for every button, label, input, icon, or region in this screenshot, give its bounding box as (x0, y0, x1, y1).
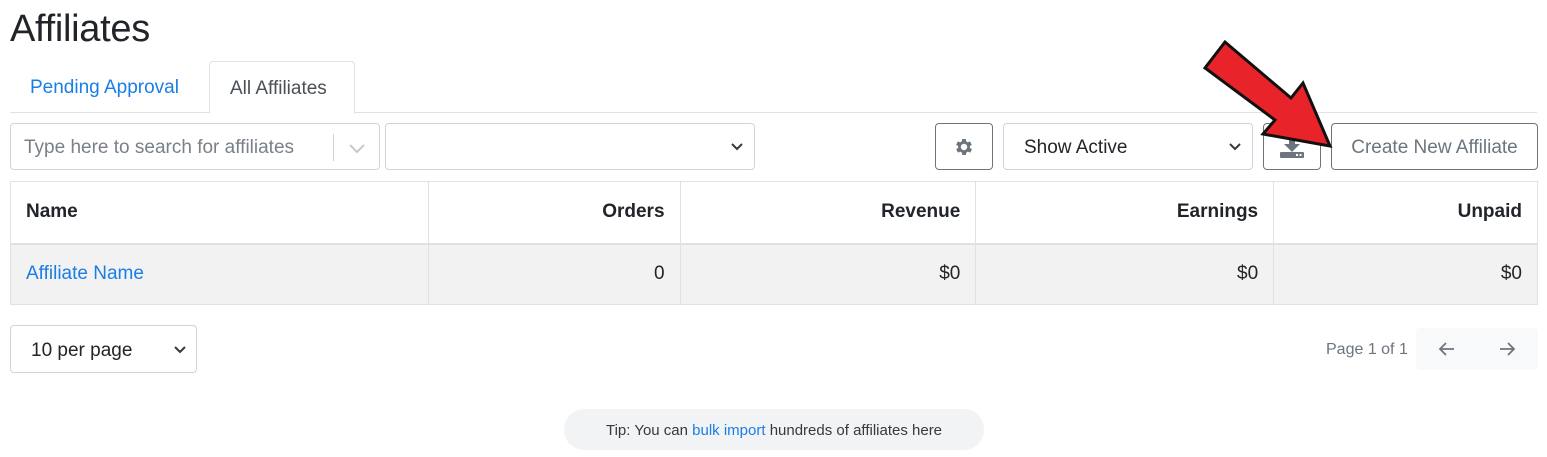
tab-pending-approval[interactable]: Pending Approval (10, 61, 199, 113)
status-filter-value: Show Active (1024, 137, 1128, 158)
cell-orders: 0 (427, 243, 681, 305)
column-header-orders[interactable]: Orders (427, 181, 681, 245)
status-filter-select[interactable]: Show Active (1003, 123, 1253, 170)
chevron-down-icon (731, 143, 743, 151)
export-button[interactable] (1263, 123, 1321, 170)
table-row: Affiliate Name 0 $0 $0 $0 (10, 243, 1538, 305)
column-header-revenue[interactable]: Revenue (679, 181, 977, 245)
chevron-down-icon (1229, 143, 1241, 151)
cell-earnings: $0 (975, 243, 1275, 305)
page-info: Page 1 of 1 (1326, 341, 1408, 358)
chevron-down-icon (174, 346, 186, 354)
chevron-down-icon[interactable] (345, 136, 369, 160)
bulk-import-link[interactable]: bulk import (692, 422, 765, 439)
search-placeholder: Type here to search for affiliates (24, 137, 295, 158)
affiliate-name-link[interactable]: Affiliate Name (26, 263, 144, 284)
create-affiliate-button[interactable]: Create New Affiliate (1331, 123, 1538, 170)
filter-select[interactable] (385, 123, 755, 170)
cell-revenue: $0 (679, 243, 977, 305)
settings-button[interactable] (935, 123, 993, 170)
affiliate-search-input[interactable]: Type here to search for affiliates (10, 123, 380, 170)
tab-bar: Pending Approval All Affiliates (10, 61, 1537, 114)
per-page-select[interactable]: 10 per page (10, 325, 197, 373)
cell-unpaid: $0 (1273, 243, 1538, 305)
arrow-left-icon[interactable] (1436, 339, 1458, 359)
column-header-earnings[interactable]: Earnings (975, 181, 1275, 245)
download-icon (1280, 135, 1304, 158)
per-page-value: 10 per page (31, 340, 133, 361)
column-header-unpaid[interactable]: Unpaid (1273, 181, 1538, 245)
pagination-controls (1416, 328, 1538, 370)
tip-prefix: Tip: You can (605, 422, 688, 439)
table-header-row: Name Orders Revenue Earnings Unpaid (10, 181, 1538, 245)
affiliates-table: Name Orders Revenue Earnings Unpaid Affi… (10, 181, 1538, 305)
arrow-right-icon[interactable] (1496, 339, 1518, 359)
page-title: Affiliates (10, 8, 150, 50)
column-header-name[interactable]: Name (10, 181, 429, 245)
gear-icon (956, 138, 972, 155)
tab-all-affiliates[interactable]: All Affiliates (209, 61, 355, 114)
search-divider (333, 134, 334, 161)
tip-suffix: hundreds of affiliates here (769, 422, 943, 439)
tip-banner: Tip: You can bulk import hundreds of aff… (564, 409, 984, 450)
